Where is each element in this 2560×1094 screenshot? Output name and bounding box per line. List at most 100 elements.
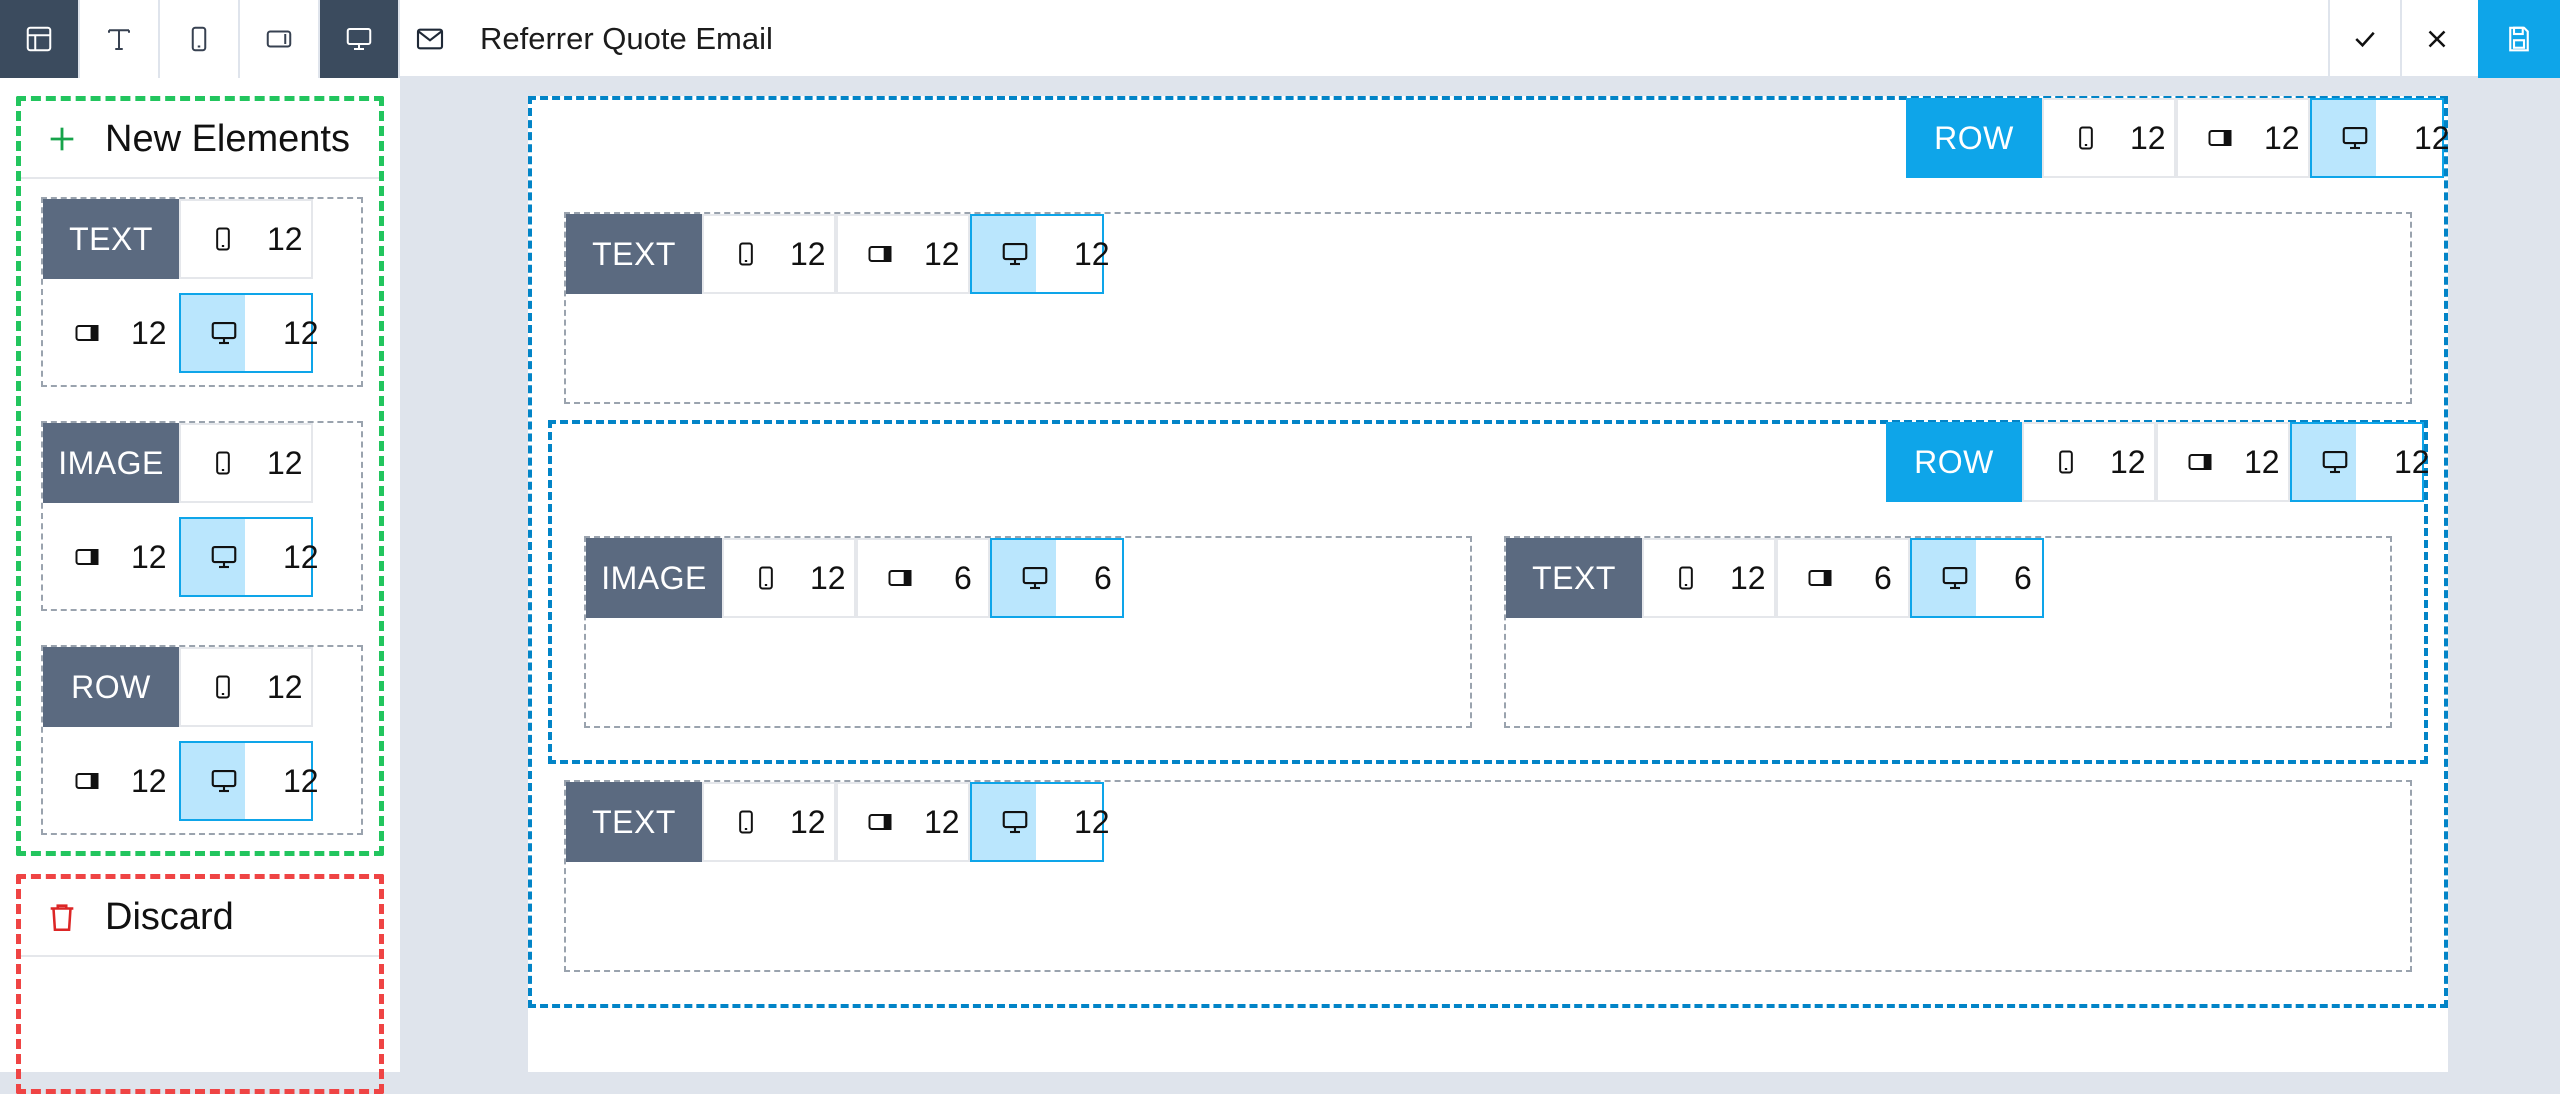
mobile-icon bbox=[1672, 564, 1700, 592]
mobile-icon bbox=[209, 673, 237, 701]
desktop-icon bbox=[1940, 563, 1970, 593]
tablet-size-chip[interactable]: 6 bbox=[1776, 538, 1910, 618]
tablet-size-chip[interactable]: 12 bbox=[43, 741, 179, 821]
mobile-size-value: 12 bbox=[790, 235, 826, 272]
page-title: Referrer Quote Email bbox=[480, 21, 773, 56]
tablet-size-chip[interactable]: 12 bbox=[43, 293, 179, 373]
desktop-view-button[interactable] bbox=[320, 0, 400, 78]
tablet-view-button[interactable] bbox=[240, 0, 320, 78]
desktop-size-chip[interactable]: 12 bbox=[2310, 98, 2450, 178]
desktop-icon bbox=[209, 318, 239, 348]
text-icon bbox=[104, 24, 134, 54]
mobile-size-value: 12 bbox=[2110, 443, 2146, 480]
text-block-1-header: TEXT 12 12 12 bbox=[566, 214, 1110, 294]
element-tag[interactable]: IMAGE bbox=[43, 423, 179, 503]
text-block-3-header: TEXT 12 12 12 bbox=[566, 782, 1110, 862]
tablet-icon bbox=[866, 240, 894, 268]
tablet-icon bbox=[886, 564, 914, 592]
mobile-size-chip[interactable]: 12 bbox=[1642, 538, 1776, 618]
desktop-size-chip[interactable]: 6 bbox=[990, 538, 1124, 618]
tablet-size-chip[interactable]: 12 bbox=[836, 782, 970, 862]
tablet-icon bbox=[73, 543, 101, 571]
desktop-icon bbox=[1000, 807, 1030, 837]
text-tag[interactable]: TEXT bbox=[1506, 538, 1642, 618]
mobile-size-value: 12 bbox=[1730, 559, 1766, 596]
mobile-icon bbox=[209, 449, 237, 477]
tablet-size-chip[interactable]: 12 bbox=[836, 214, 970, 294]
tablet-size-value: 12 bbox=[2264, 119, 2300, 156]
tablet-size-chip[interactable]: 12 bbox=[2176, 98, 2310, 178]
discard-zone[interactable]: Discard bbox=[16, 874, 384, 1094]
mobile-size-chip[interactable]: 12 bbox=[722, 538, 856, 618]
desktop-size-value: 12 bbox=[1074, 803, 1110, 840]
mobile-size-chip[interactable]: 12 bbox=[2022, 422, 2156, 502]
discard-header: Discard bbox=[21, 879, 379, 957]
mobile-size-value: 12 bbox=[267, 444, 303, 481]
image-tag[interactable]: IMAGE bbox=[586, 538, 722, 618]
confirm-button[interactable] bbox=[2328, 0, 2400, 78]
element-tag[interactable]: TEXT bbox=[43, 199, 179, 279]
mobile-size-chip[interactable]: 12 bbox=[2042, 98, 2176, 178]
tablet-size-value: 12 bbox=[924, 235, 960, 272]
mobile-icon bbox=[2052, 448, 2080, 476]
palette-item-image[interactable]: IMAGE 12 12 12 bbox=[41, 421, 363, 611]
close-icon bbox=[2422, 24, 2452, 54]
desktop-icon bbox=[209, 542, 239, 572]
tablet-size-value: 12 bbox=[131, 762, 167, 799]
desktop-size-value: 12 bbox=[283, 762, 319, 799]
desktop-size-value: 6 bbox=[2014, 559, 2032, 596]
close-button[interactable] bbox=[2400, 0, 2472, 78]
tablet-icon bbox=[2186, 448, 2214, 476]
element-tag[interactable]: ROW bbox=[43, 647, 179, 727]
top-toolbar: Referrer Quote Email bbox=[0, 0, 2560, 78]
desktop-size-chip[interactable]: 6 bbox=[1910, 538, 2044, 618]
mobile-size-value: 12 bbox=[267, 668, 303, 705]
save-button[interactable] bbox=[2478, 0, 2560, 78]
sidebar: New Elements TEXT 12 12 12 IMAGE 12 12 1… bbox=[0, 78, 400, 1094]
outer-row-header: ROW 12 12 12 bbox=[1906, 98, 2450, 178]
plus-icon bbox=[45, 122, 79, 156]
mobile-size-chip[interactable]: 12 bbox=[179, 199, 313, 279]
tablet-size-chip[interactable]: 12 bbox=[43, 517, 179, 597]
mobile-size-chip[interactable]: 12 bbox=[702, 214, 836, 294]
row-tag[interactable]: ROW bbox=[1906, 98, 2042, 178]
mobile-size-chip[interactable]: 12 bbox=[179, 423, 313, 503]
tablet-size-value: 12 bbox=[2244, 443, 2280, 480]
desktop-size-chip[interactable]: 12 bbox=[179, 741, 319, 821]
tablet-size-value: 12 bbox=[924, 803, 960, 840]
text-tag[interactable]: TEXT bbox=[566, 214, 702, 294]
text-mode-button[interactable] bbox=[80, 0, 160, 78]
text-tag[interactable]: TEXT bbox=[566, 782, 702, 862]
mobile-size-chip[interactable]: 12 bbox=[179, 647, 313, 727]
row-tag[interactable]: ROW bbox=[1886, 422, 2022, 502]
tablet-size-value: 12 bbox=[131, 538, 167, 575]
tablet-icon bbox=[264, 24, 294, 54]
layout-button[interactable] bbox=[0, 0, 80, 78]
mobile-size-chip[interactable]: 12 bbox=[702, 782, 836, 862]
tablet-size-chip[interactable]: 6 bbox=[856, 538, 990, 618]
desktop-size-chip[interactable]: 12 bbox=[970, 214, 1110, 294]
tablet-size-chip[interactable]: 12 bbox=[2156, 422, 2290, 502]
desktop-size-value: 12 bbox=[283, 538, 319, 575]
desktop-size-value: 6 bbox=[1094, 559, 1112, 596]
image-block-header: IMAGE 12 6 6 bbox=[586, 538, 1124, 618]
mobile-size-value: 12 bbox=[267, 220, 303, 257]
desktop-icon bbox=[2320, 447, 2350, 477]
desktop-size-chip[interactable]: 12 bbox=[970, 782, 1110, 862]
palette-item-text[interactable]: TEXT 12 12 12 bbox=[41, 197, 363, 387]
desktop-icon bbox=[1020, 563, 1050, 593]
mobile-icon bbox=[209, 225, 237, 253]
new-elements-zone: New Elements TEXT 12 12 12 IMAGE 12 12 1… bbox=[16, 96, 384, 856]
desktop-size-chip[interactable]: 12 bbox=[179, 293, 319, 373]
mobile-size-value: 12 bbox=[810, 559, 846, 596]
mobile-size-value: 12 bbox=[2130, 119, 2166, 156]
desktop-size-chip[interactable]: 12 bbox=[179, 517, 319, 597]
desktop-icon bbox=[1000, 239, 1030, 269]
desktop-size-chip[interactable]: 12 bbox=[2290, 422, 2430, 502]
tablet-icon bbox=[1806, 564, 1834, 592]
mobile-icon bbox=[184, 24, 214, 54]
desktop-size-value: 12 bbox=[283, 314, 319, 351]
mobile-view-button[interactable] bbox=[160, 0, 240, 78]
palette-item-row[interactable]: ROW 12 12 12 bbox=[41, 645, 363, 835]
desktop-icon bbox=[344, 24, 374, 54]
